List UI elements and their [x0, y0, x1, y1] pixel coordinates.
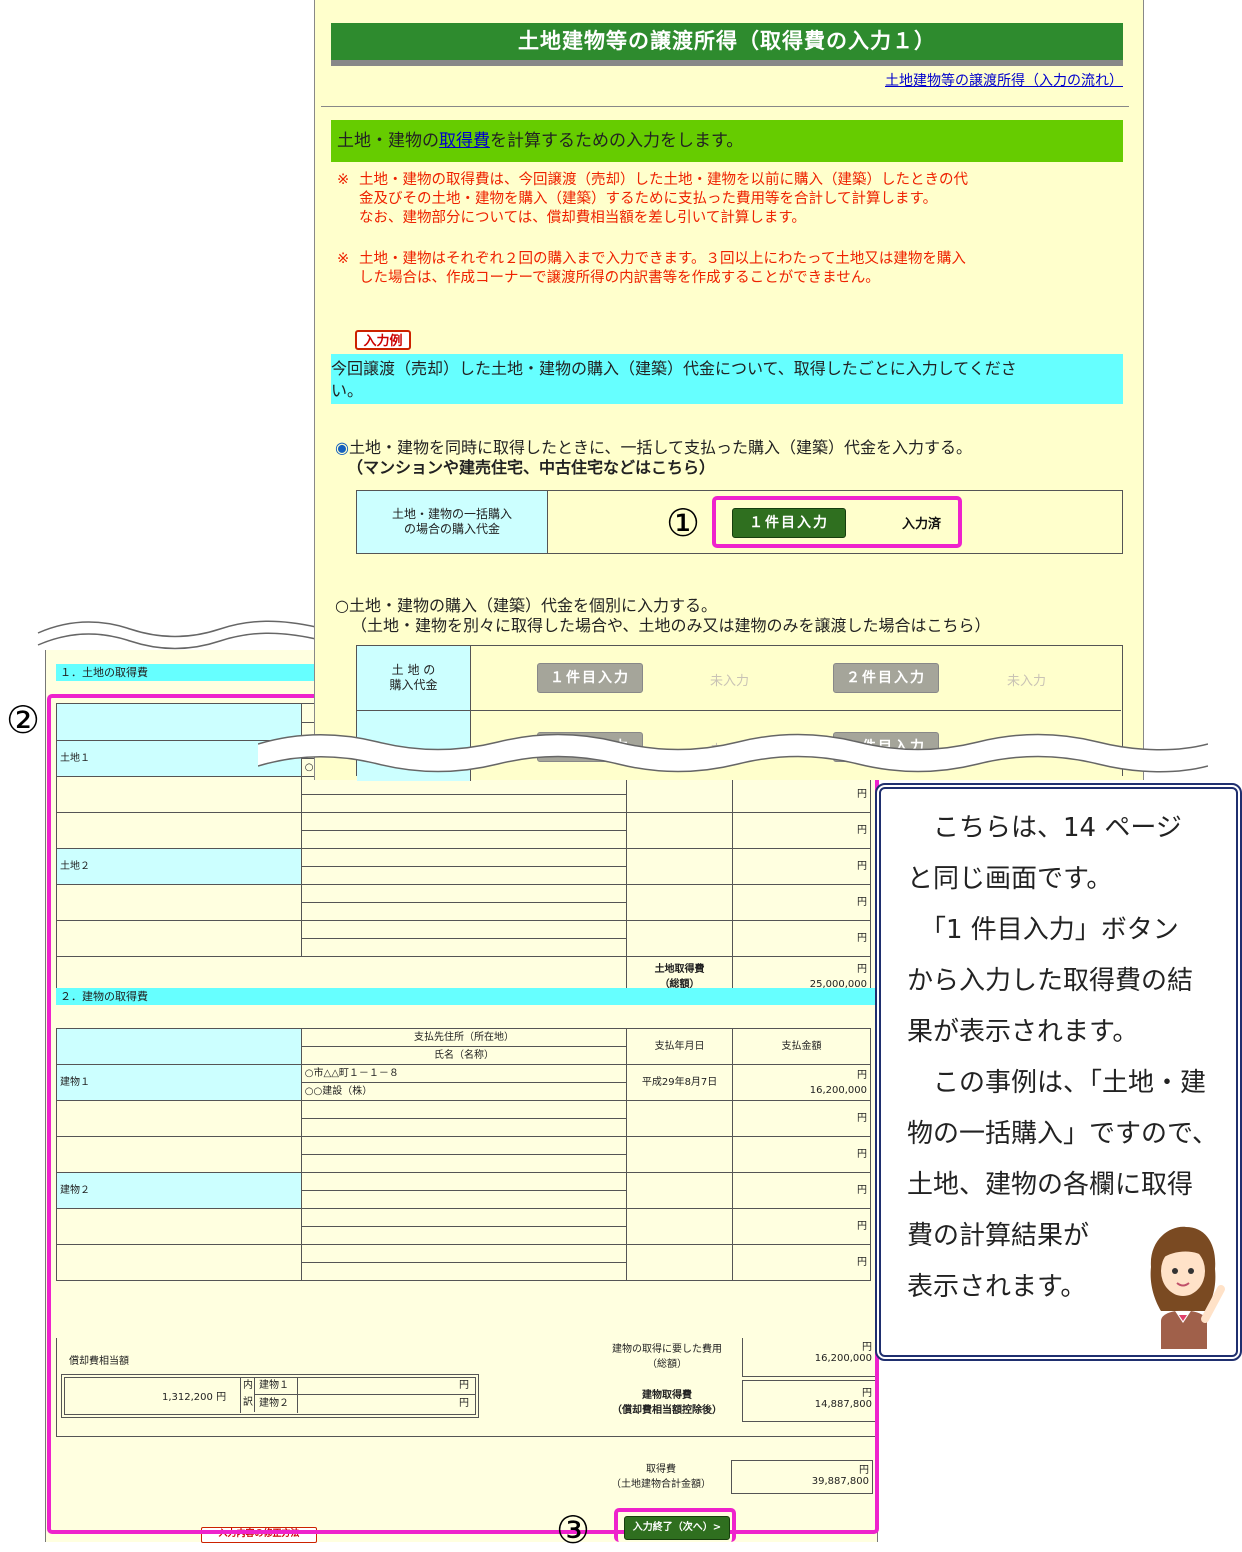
land-second-input-button[interactable]: ２件目入力 [833, 663, 939, 693]
option-bulk[interactable]: ◉土地・建物を同時に取得したときに、一括して支払った購入（建築）代金を入力する。 [335, 438, 972, 458]
radio-unselected-icon[interactable]: ○ [335, 596, 349, 615]
highlight-first-input [712, 496, 962, 548]
land-purchase-label: 土 地 の購入代金 [357, 646, 471, 711]
land-first-status: 未入力 [710, 674, 750, 689]
marker-3: ③ [556, 1508, 591, 1552]
finish-next-button[interactable]: 入力終了（次へ）> [624, 1516, 730, 1540]
option-individual-sub: （土地・建物を別々に取得した場合や、土地のみ又は建物のみを譲渡した場合はこちら） [351, 616, 991, 635]
option-individual[interactable]: ○土地・建物の購入（建築）代金を個別に入力する。 [335, 596, 717, 616]
note-1: ※ 土地・建物の取得費は、今回譲渡（売却）した土地・建物を以前に購入（建築）した… [337, 172, 968, 226]
acquisition-cost-link[interactable]: 取得費 [439, 131, 490, 151]
input-flow-link[interactable]: 土地建物等の譲渡所得（入力の流れ） [885, 70, 1123, 90]
highlight-results [47, 694, 879, 1534]
radio-selected-icon[interactable]: ◉ [335, 438, 349, 457]
land-second-status: 未入力 [1007, 674, 1047, 689]
wave-cut-icon [258, 733, 1208, 773]
input-page: 土地建物等の譲渡所得（取得費の入力１） 土地建物等の譲渡所得（入力の流れ） 土地… [314, 0, 1144, 781]
option-bulk-sub: （マンションや建売住宅、中古住宅などはこちら） [347, 458, 716, 477]
explanation-bubble: こちらは、14 ページ と同じ画面です。 「1 件目入力」ボタン から入力した取… [875, 783, 1242, 1361]
page-title: 土地建物等の譲渡所得（取得費の入力１） [331, 23, 1123, 66]
marker-1: ① [666, 501, 701, 545]
instruction-box: 今回譲渡（売却）した土地・建物の購入（建築）代金について、取得したごとに入力して… [331, 354, 1123, 404]
land-first-input-button[interactable]: １件目入力 [537, 663, 643, 693]
input-example-button[interactable]: 入力例 [355, 330, 411, 350]
note-2: ※ 土地・建物はそれぞれ２回の購入まで入力できます。３回以上にわたって土地又は建… [337, 251, 966, 286]
marker-2: ② [6, 698, 41, 742]
guide-character-icon [1150, 1226, 1225, 1349]
wave-left-icon [37, 620, 317, 650]
intro-banner: 土地・建物の取得費を計算するための入力をします。 [331, 120, 1123, 162]
bulk-purchase-label: 土地・建物の一括購入 の場合の購入代金 [357, 491, 548, 553]
